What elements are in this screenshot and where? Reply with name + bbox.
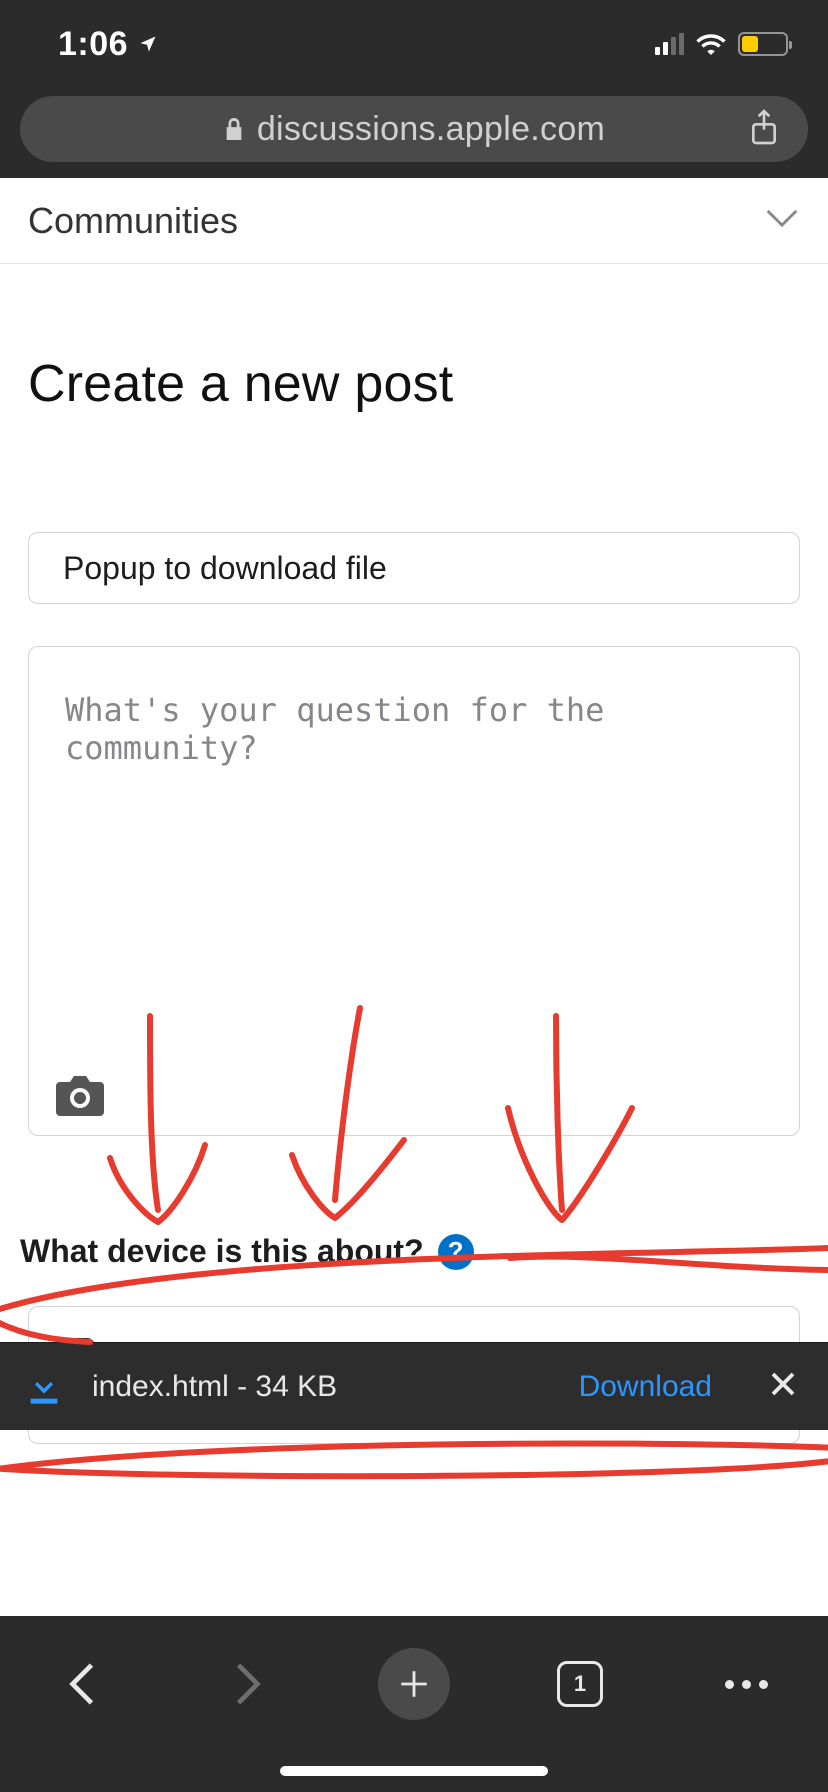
communities-nav[interactable]: Communities xyxy=(0,178,828,264)
camera-icon xyxy=(56,1076,104,1116)
status-bar: 1:06 xyxy=(0,0,828,88)
battery-icon xyxy=(738,32,788,56)
ellipsis-icon xyxy=(725,1680,768,1689)
new-tab-button[interactable] xyxy=(378,1648,450,1720)
help-icon[interactable]: ? xyxy=(438,1234,474,1270)
download-icon xyxy=(24,1367,64,1407)
download-filename: index.html - 34 KB xyxy=(92,1370,337,1404)
url-text: discussions.apple.com xyxy=(257,110,605,149)
address-bar[interactable]: discussions.apple.com xyxy=(20,96,808,162)
download-banner: index.html - 34 KB Download xyxy=(0,1342,828,1430)
browser-chrome-top: discussions.apple.com xyxy=(0,88,828,178)
tab-count: 1 xyxy=(557,1661,603,1707)
location-icon xyxy=(138,34,158,54)
download-button[interactable]: Download xyxy=(579,1370,712,1404)
back-button[interactable] xyxy=(46,1648,118,1720)
attach-image-button[interactable] xyxy=(48,1068,112,1127)
post-title-input[interactable] xyxy=(28,532,800,604)
share-button[interactable] xyxy=(748,108,780,151)
wifi-icon xyxy=(696,33,726,55)
post-body-input[interactable] xyxy=(28,646,800,1136)
close-button[interactable] xyxy=(768,1369,798,1404)
home-indicator xyxy=(280,1766,548,1776)
forward-button[interactable] xyxy=(212,1648,284,1720)
menu-button[interactable] xyxy=(710,1648,782,1720)
cell-signal-icon xyxy=(655,33,684,55)
page-title: Create a new post xyxy=(28,354,800,414)
time-text: 1:06 xyxy=(58,25,128,64)
lock-icon xyxy=(223,116,245,142)
nav-title: Communities xyxy=(28,200,238,242)
chevron-down-icon xyxy=(764,208,800,233)
tabs-button[interactable]: 1 xyxy=(544,1648,616,1720)
device-question-label: What device is this about? xyxy=(20,1233,424,1270)
status-time: 1:06 xyxy=(58,25,158,64)
